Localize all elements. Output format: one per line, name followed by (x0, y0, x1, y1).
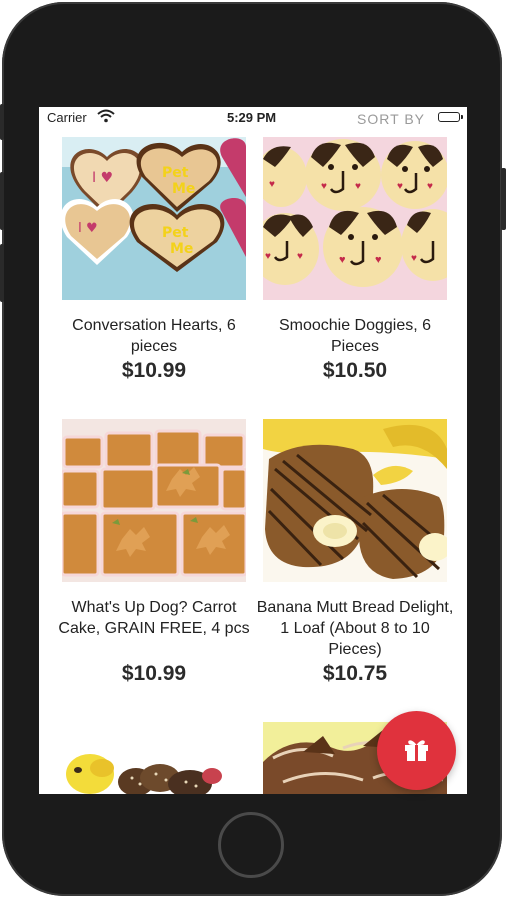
svg-text:♥: ♥ (397, 181, 403, 192)
svg-text:♥: ♥ (375, 254, 382, 266)
svg-text:Pet: Pet (162, 165, 189, 181)
product-name: Conversation Hearts, 6 pieces (72, 317, 236, 355)
power-button (501, 168, 506, 230)
svg-text:♥: ♥ (265, 251, 271, 262)
status-bar: Carrier 5:29 PM SORT BY (39, 107, 467, 129)
sort-by-button[interactable]: SORT BY (357, 111, 425, 127)
svg-text:♥: ♥ (321, 181, 327, 192)
svg-text:Me: Me (170, 241, 193, 257)
svg-text:♥: ♥ (411, 253, 417, 264)
product-price: $10.99 (121, 359, 187, 382)
svg-text:I ♥: I ♥ (92, 170, 113, 186)
dog-treats-assortment-image (62, 722, 246, 794)
dog-face-cookies-image: ♥ ♥ ♥ ♥ ♥ ♥ ♥ ♥ ♥ ♥ (263, 137, 447, 300)
status-time: 5:29 PM (227, 110, 277, 125)
svg-text:I ♥: I ♥ (78, 221, 98, 236)
product-name: What's Up Dog? Carrot Cake, GRAIN FREE, … (58, 599, 250, 637)
gift-icon (405, 740, 428, 761)
svg-text:♥: ♥ (297, 251, 303, 262)
product-name: Banana Mutt Bread Delight, 1 Loaf (About… (256, 599, 454, 658)
product-price: $10.50 (322, 359, 388, 382)
volume-down-button (0, 244, 4, 302)
battery-icon (438, 112, 463, 122)
svg-text:♥: ♥ (427, 181, 433, 192)
volume-up-button (0, 172, 4, 230)
carrier-label: Carrier (47, 110, 87, 125)
wifi-icon (97, 109, 115, 126)
gift-fab-button[interactable] (377, 711, 456, 790)
svg-text:Pet: Pet (162, 225, 189, 241)
home-button[interactable] (218, 812, 284, 878)
heart-cookies-image: I ♥ Pet Me I ♥ Pet Me (62, 137, 246, 300)
banana-bread-image (263, 419, 447, 582)
product-price: $10.75 (322, 662, 388, 685)
app-screen: Carrier 5:29 PM SORT BY I ♥ Pet Me I ♥ P… (39, 107, 467, 794)
mute-switch (0, 104, 4, 140)
svg-text:♥: ♥ (269, 179, 275, 190)
product-name: Smoochie Doggies, 6 Pieces (278, 317, 432, 355)
product-price: $10.99 (121, 662, 187, 685)
svg-text:♥: ♥ (339, 254, 346, 266)
svg-text:♥: ♥ (355, 181, 361, 192)
carrot-cake-squares-image (62, 419, 246, 582)
svg-text:Me: Me (172, 181, 195, 197)
